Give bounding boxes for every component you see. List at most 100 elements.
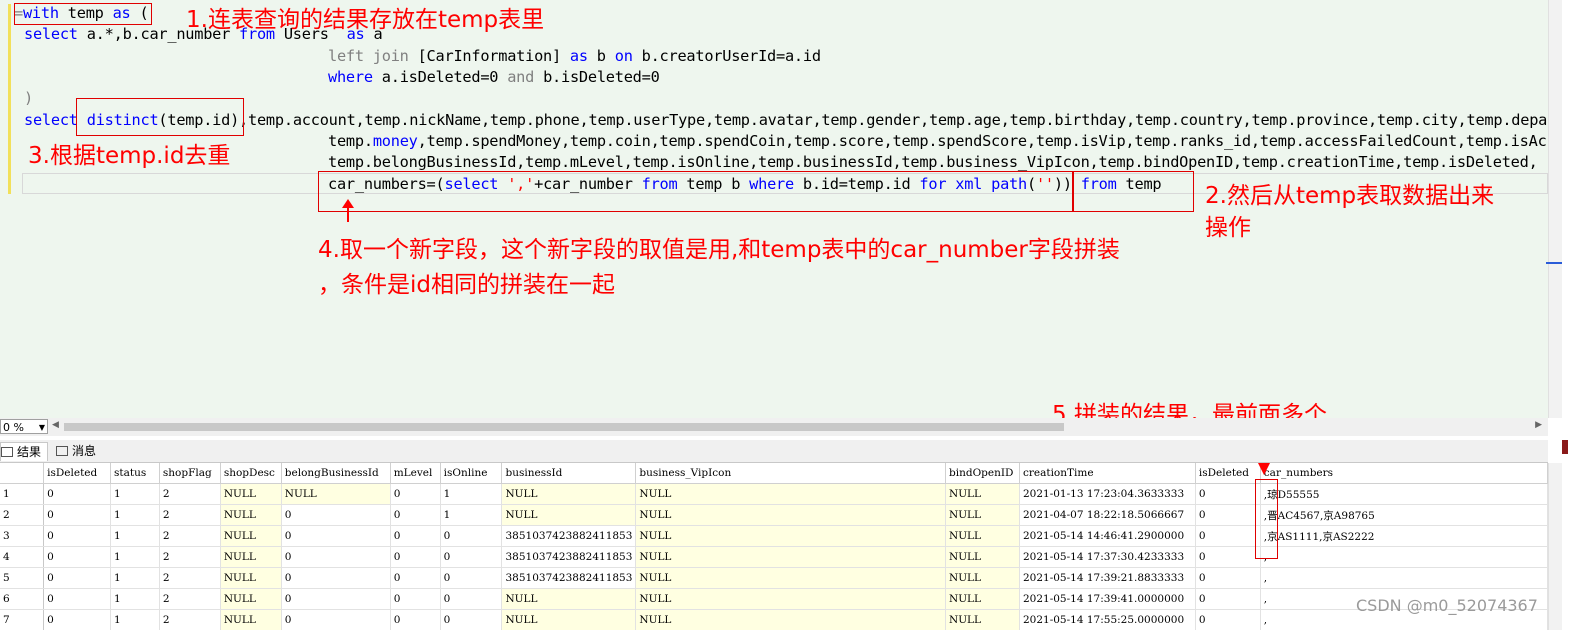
column-header[interactable]: bindOpenID	[945, 463, 1020, 484]
cell-shopdesc[interactable]: NULL	[220, 609, 282, 630]
table-row[interactable]: 4 0 1 2 NULL 0 0 0 3851037423882411853 NULL NULL 20…	[0, 546, 1548, 568]
cell-businessid[interactable]: NULL	[501, 588, 637, 610]
cell-bindopenid[interactable]: NULL	[945, 546, 1020, 568]
row-number[interactable]: 2	[0, 504, 45, 526]
cell-creationtime[interactable]: 2021-05-14 17:39:21.8833333	[1019, 567, 1196, 589]
code-line-8[interactable]: temp.belongBusinessId,temp.mLevel,temp.i…	[328, 153, 1538, 171]
cell-isonline[interactable]: 1	[440, 483, 503, 505]
scroll-right-icon[interactable]: ▶	[1535, 420, 1542, 430]
cell-bindopenid[interactable]: NULL	[945, 588, 1020, 610]
column-header[interactable]: belongBusinessId	[281, 463, 391, 484]
cell-shopflag[interactable]: 2	[159, 567, 221, 589]
cell-shopflag[interactable]: 2	[159, 525, 221, 547]
tab-messages[interactable]: 消息	[56, 442, 102, 460]
column-header[interactable]: car_numbers	[1260, 463, 1548, 484]
scroll-left-icon[interactable]: ◀	[52, 420, 59, 430]
cell-isdeleted[interactable]: 0	[43, 588, 112, 610]
column-header[interactable]: isDeleted	[43, 463, 112, 484]
table-row[interactable]: 6 0 1 2 NULL 0 0 0 NULL NULL NULL 2021-05-14 17:39:…	[0, 588, 1548, 610]
cell-mlevel[interactable]: 0	[390, 567, 441, 589]
column-header[interactable]: creationTime	[1019, 463, 1196, 484]
column-header[interactable]: shopDesc	[220, 463, 282, 484]
cell-business_vipicon[interactable]: NULL	[635, 546, 947, 568]
cell-mlevel[interactable]: 0	[390, 483, 441, 505]
cell-isdeleted2[interactable]: 0	[1195, 609, 1261, 630]
cell-isdeleted[interactable]: 0	[43, 546, 112, 568]
code-line-3[interactable]: left join [CarInformation] as b on b.cre…	[328, 47, 821, 65]
cell-belongbusinessid[interactable]: 0	[281, 546, 391, 568]
cell-isonline[interactable]: 0	[440, 546, 503, 568]
cell-belongbusinessid[interactable]: 0	[281, 525, 391, 547]
cell-shopdesc[interactable]: NULL	[220, 546, 282, 568]
column-header[interactable]: isOnline	[440, 463, 503, 484]
cell-car_numbers[interactable]: ,晋AC4567,京A98765	[1260, 504, 1548, 526]
code-line-5[interactable]: )	[24, 89, 33, 107]
cell-shopflag[interactable]: 2	[159, 504, 221, 526]
cell-status[interactable]: 1	[110, 567, 160, 589]
row-number[interactable]: 3	[0, 525, 45, 547]
cell-belongbusinessid[interactable]: NULL	[281, 483, 391, 505]
table-row[interactable]: 7 0 1 2 NULL 0 0 0 NULL NULL NULL 2021-05-14 17:55:…	[0, 609, 1548, 630]
cell-isonline[interactable]: 0	[440, 525, 503, 547]
cell-creationtime[interactable]: 2021-05-14 17:39:41.0000000	[1019, 588, 1196, 610]
cell-creationtime[interactable]: 2021-04-07 18:22:18.5066667	[1019, 504, 1196, 526]
row-number[interactable]: 7	[0, 609, 45, 630]
cell-bindopenid[interactable]: NULL	[945, 504, 1020, 526]
cell-business_vipicon[interactable]: NULL	[635, 567, 947, 589]
code-line-4[interactable]: where a.isDeleted=0 and b.isDeleted=0	[328, 68, 660, 86]
cell-businessid[interactable]: NULL	[501, 483, 637, 505]
cell-car_numbers[interactable]: ,琼D55555	[1260, 483, 1548, 505]
column-header[interactable]: shopFlag	[159, 463, 221, 484]
cell-business_vipicon[interactable]: NULL	[635, 483, 947, 505]
cell-shopdesc[interactable]: NULL	[220, 504, 282, 526]
cell-creationtime[interactable]: 2021-05-14 17:55:25.0000000	[1019, 609, 1196, 630]
cell-isdeleted[interactable]: 0	[43, 504, 112, 526]
code-line-7[interactable]: temp.money,temp.spendMoney,temp.coin,tem…	[328, 132, 1547, 150]
column-header[interactable]: business_VipIcon	[635, 463, 947, 484]
cell-car_numbers[interactable]: ,京AS1111,京AS2222	[1260, 525, 1548, 547]
cell-status[interactable]: 1	[110, 483, 160, 505]
cell-bindopenid[interactable]: NULL	[945, 525, 1020, 547]
cell-car_numbers[interactable]: ,	[1260, 567, 1548, 589]
cell-business_vipicon[interactable]: NULL	[635, 588, 947, 610]
cell-belongbusinessid[interactable]: 0	[281, 609, 391, 630]
cell-mlevel[interactable]: 0	[390, 525, 441, 547]
cell-business_vipicon[interactable]: NULL	[635, 609, 947, 630]
column-header[interactable]: mLevel	[390, 463, 441, 484]
cell-isdeleted[interactable]: 0	[43, 525, 112, 547]
cell-status[interactable]: 1	[110, 525, 160, 547]
cell-business_vipicon[interactable]: NULL	[635, 525, 947, 547]
cell-belongbusinessid[interactable]: 0	[281, 588, 391, 610]
cell-shopdesc[interactable]: NULL	[220, 567, 282, 589]
cell-mlevel[interactable]: 0	[390, 588, 441, 610]
table-row[interactable]: 3 0 1 2 NULL 0 0 0 3851037423882411853 NULL NULL 20…	[0, 525, 1548, 547]
cell-shopflag[interactable]: 2	[159, 546, 221, 568]
cell-status[interactable]: 1	[110, 504, 160, 526]
cell-bindopenid[interactable]: NULL	[945, 567, 1020, 589]
table-row[interactable]: 5 0 1 2 NULL 0 0 0 3851037423882411853 NULL NULL 20…	[0, 567, 1548, 589]
cell-shopflag[interactable]: 2	[159, 483, 221, 505]
results-grid[interactable]: isDeleted status shopFlag shopDesc belon…	[0, 463, 1548, 630]
cell-isonline[interactable]: 0	[440, 609, 503, 630]
column-header[interactable]: businessId	[501, 463, 637, 484]
cell-shopdesc[interactable]: NULL	[220, 588, 282, 610]
table-row[interactable]: 2 0 1 2 NULL 0 0 1 NULL NULL NULL 2021-04-07 18:22:…	[0, 504, 1548, 526]
cell-isonline[interactable]: 1	[440, 504, 503, 526]
cell-business_vipicon[interactable]: NULL	[635, 504, 947, 526]
code-line-6[interactable]: select distinct(temp.id),temp.account,te…	[24, 111, 1547, 129]
cell-shopdesc[interactable]: NULL	[220, 525, 282, 547]
editor-horizontal-scrollbar[interactable]: ◀ ▶	[52, 420, 1542, 434]
tab-results[interactable]: 结果	[0, 442, 49, 461]
cell-car_numbers[interactable]: ,	[1260, 546, 1548, 568]
cell-mlevel[interactable]: 0	[390, 504, 441, 526]
cell-shopflag[interactable]: 2	[159, 588, 221, 610]
cell-creationtime[interactable]: 2021-01-13 17:23:04.3633333	[1019, 483, 1196, 505]
cell-mlevel[interactable]: 0	[390, 546, 441, 568]
table-row[interactable]: 1 0 1 2 NULL NULL 0 1 NULL NULL NULL 2021-01-13 17:…	[0, 483, 1548, 505]
column-header[interactable]: status	[110, 463, 160, 484]
cell-bindopenid[interactable]: NULL	[945, 609, 1020, 630]
row-number[interactable]: 6	[0, 588, 45, 610]
cell-belongbusinessid[interactable]: 0	[281, 504, 391, 526]
cell-isdeleted[interactable]: 0	[43, 609, 112, 630]
cell-businessid[interactable]: NULL	[501, 504, 637, 526]
